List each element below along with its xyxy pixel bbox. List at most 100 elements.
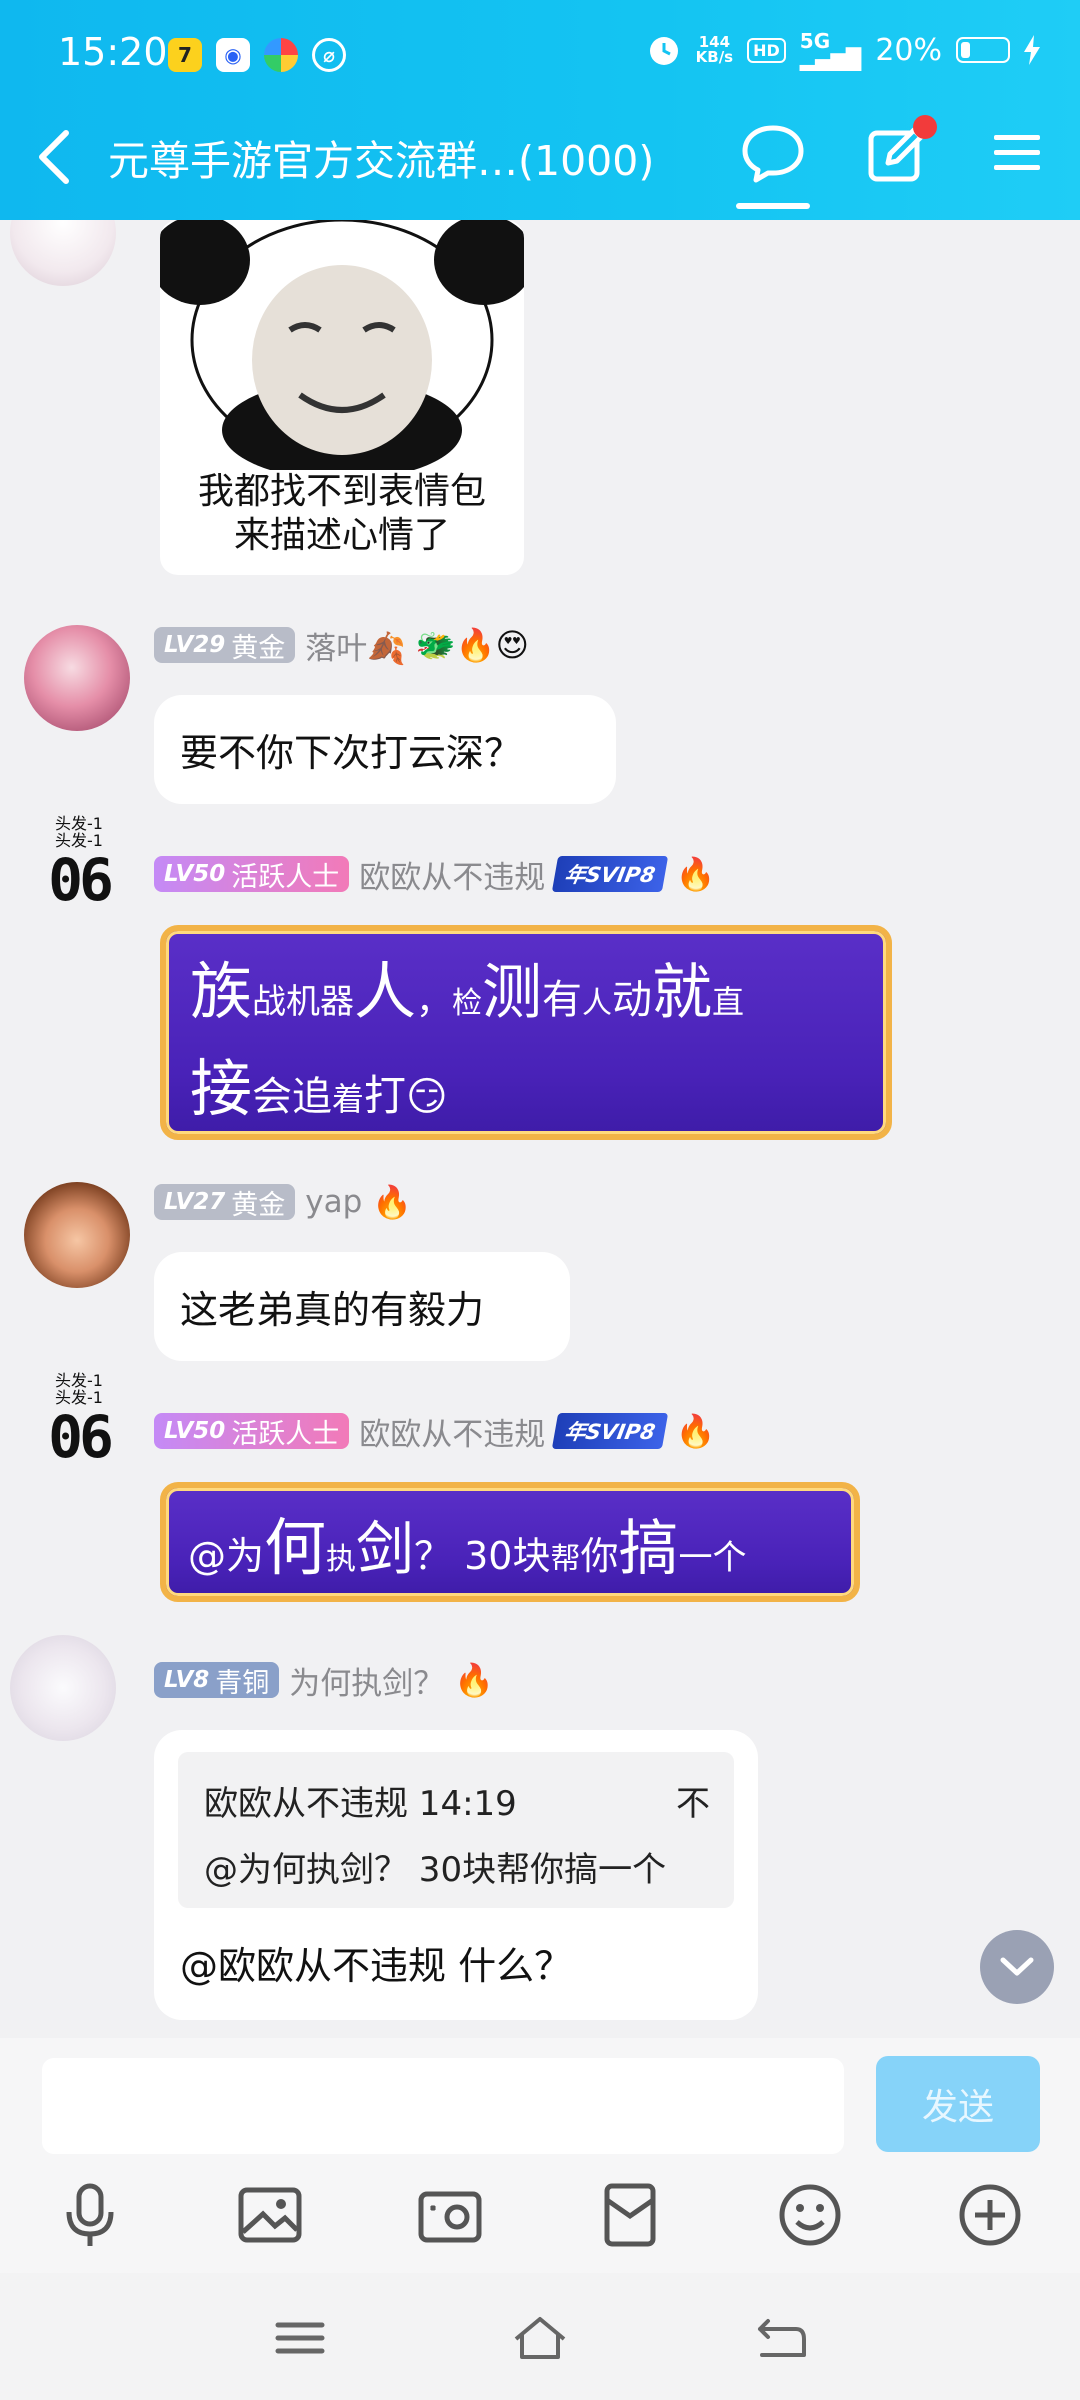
microphone-icon[interactable] xyxy=(55,2180,125,2250)
plus-icon[interactable] xyxy=(955,2180,1025,2250)
avatar[interactable] xyxy=(24,625,130,731)
navbar: 元尊手游官方交流群…(1000) xyxy=(0,105,1080,220)
alarm-icon xyxy=(649,37,678,65)
sticker-image[interactable]: 我都找不到表情包 来描述心情了 xyxy=(160,220,524,575)
level-title: 黄金 xyxy=(231,632,286,664)
quoted-message[interactable]: 欧欧从不违规 14:19 不 @为何执剑？ 30块帮你搞一个 xyxy=(178,1752,734,1908)
message-bubble[interactable]: 欧欧从不违规 14:19 不 @为何执剑？ 30块帮你搞一个 @欧欧从不违规 什… xyxy=(154,1730,758,2020)
message-bubble[interactable]: 族战机器人，检测有人动就直 接会追着打😏 xyxy=(160,925,892,1140)
signal-bars-icon: ▂▄▆█ xyxy=(799,47,862,71)
level-number: LV8 xyxy=(164,1667,210,1693)
header: 15:20 7 ◉ ⌀ 144 KB/s HD 5G ▂▄▆█ 20% 元尊手游… xyxy=(0,0,1080,220)
message-text-line2: 接会追着打😏 xyxy=(190,1052,448,1125)
link-icon: ⌀ xyxy=(312,38,346,72)
network-speed: 144 KB/s xyxy=(696,35,733,65)
message-text: 要不你下次打云深？ xyxy=(180,731,523,775)
level-number: LV50 xyxy=(164,1418,226,1444)
message-text: @为何执剑？ 30块帮你搞一个 xyxy=(188,1511,747,1584)
panda-face-icon xyxy=(160,220,524,480)
camera-icon[interactable] xyxy=(415,2180,485,2250)
home-icon[interactable] xyxy=(510,2313,570,2363)
flame-icon[interactable]: 🔥 xyxy=(454,1661,494,1699)
sender-nickname[interactable]: 为何执剑？ xyxy=(289,1658,444,1703)
active-tab-indicator xyxy=(736,203,810,209)
message-input[interactable] xyxy=(42,2058,844,2154)
avatar[interactable]: 头发-1 头发-1 06 xyxy=(24,815,134,935)
status-bar: 15:20 7 ◉ ⌀ 144 KB/s HD 5G ▂▄▆█ 20% xyxy=(0,0,1080,105)
avatar[interactable]: 头发-1 头发-1 06 xyxy=(24,1372,134,1492)
level-number: LV29 xyxy=(164,632,226,658)
level-title: 活跃人士 xyxy=(231,1418,340,1450)
signal-indicator: 5G ▂▄▆█ xyxy=(799,31,862,71)
sender-nickname[interactable]: yap xyxy=(305,1184,362,1220)
flame-icon[interactable]: 🔥 xyxy=(372,1183,412,1221)
message-bubble[interactable]: 要不你下次打云深？ xyxy=(154,695,616,804)
sender-meta: LV29 黄金 落叶🍂 🐲🔥😍 xyxy=(154,623,529,668)
sticker-caption-line1: 我都找不到表情包 xyxy=(197,471,486,512)
avatar-caption: 头发-1 xyxy=(55,1372,103,1390)
chat-bubble-icon[interactable] xyxy=(740,123,806,183)
avatar-number: 06 xyxy=(48,1403,114,1471)
chevron-down-icon xyxy=(1000,1957,1034,1976)
sticker-caption-line2: 来描述心情了 xyxy=(233,515,450,556)
level-title: 青铜 xyxy=(215,1667,270,1699)
level-badge[interactable]: LV50 活跃人士 xyxy=(154,1413,350,1450)
message-text: 族战机器人，检测有人动就直 xyxy=(190,955,745,1028)
sender-meta: LV27 黄金 yap 🔥 xyxy=(154,1182,412,1222)
hd-badge: HD xyxy=(747,37,786,63)
battery-percent: 20% xyxy=(875,32,942,68)
quote-jump-icon[interactable]: 不 xyxy=(676,1776,710,1825)
status-right: 144 KB/s HD 5G ▂▄▆█ 20% xyxy=(646,31,1040,71)
flame-icon[interactable]: 🔥 xyxy=(676,1412,716,1450)
scroll-to-bottom-button[interactable] xyxy=(980,1930,1054,2004)
input-bar: 发送 xyxy=(0,2038,1080,2273)
baidu-icon: ◉ xyxy=(216,38,250,72)
level-badge[interactable]: LV50 活跃人士 xyxy=(154,856,350,893)
speed-unit: KB/s xyxy=(695,48,734,66)
level-title: 活跃人士 xyxy=(231,861,340,893)
sender-meta: LV50 活跃人士 欧欧从不违规 年SVIP8 🔥 xyxy=(154,1409,716,1454)
message-text: 这老弟真的有毅力 xyxy=(180,1288,485,1332)
sender-meta: LV8 青铜 为何执剑？ 🔥 xyxy=(154,1658,494,1703)
color-wheel-icon xyxy=(264,38,298,72)
avatar[interactable] xyxy=(24,1182,130,1288)
quote-text: @为何执剑？ 30块帮你搞一个 xyxy=(204,1850,667,1890)
level-badge[interactable]: LV27 黄金 xyxy=(154,1184,296,1221)
system-back-icon[interactable] xyxy=(750,2313,810,2363)
level-number: LV27 xyxy=(164,1189,226,1215)
message-text: @欧欧从不违规 什么？ xyxy=(180,1944,573,1988)
sender-nickname[interactable]: 欧欧从不违规 xyxy=(359,852,545,897)
svip-badge[interactable]: 年SVIP8 xyxy=(552,856,669,892)
level-badge[interactable]: LV29 黄金 xyxy=(154,627,296,664)
quote-header: 欧欧从不违规 14:19 xyxy=(204,1784,517,1824)
image-icon[interactable] xyxy=(235,2180,305,2250)
level-number: LV50 xyxy=(164,861,226,887)
avatar[interactable] xyxy=(10,220,116,286)
group-title[interactable]: 元尊手游官方交流群…(1000) xyxy=(108,127,654,187)
avatar-caption: 头发-1 xyxy=(55,815,103,833)
avatar[interactable] xyxy=(10,1635,116,1741)
flame-icon[interactable]: 🔥 xyxy=(676,855,716,893)
sender-nickname[interactable]: 欧欧从不违规 xyxy=(359,1409,545,1454)
sender-meta: LV50 活跃人士 欧欧从不违规 年SVIP8 🔥 xyxy=(154,852,716,897)
notification-icons: 7 ◉ ⌀ xyxy=(168,38,346,72)
svip-badge[interactable]: 年SVIP8 xyxy=(552,1413,669,1449)
sender-nickname[interactable]: 落叶🍂 xyxy=(305,623,406,668)
send-button[interactable]: 发送 xyxy=(876,2056,1040,2152)
battery-icon xyxy=(956,37,1010,63)
badge-icons[interactable]: 🐲🔥😍 xyxy=(416,626,529,664)
app-notification-icon: 7 xyxy=(168,38,202,72)
menu-icon[interactable] xyxy=(992,131,1042,175)
message-bubble[interactable]: @为何执剑？ 30块帮你搞一个 xyxy=(160,1482,860,1602)
back-icon[interactable] xyxy=(30,127,80,187)
recent-apps-icon[interactable] xyxy=(270,2313,330,2363)
avatar-number: 06 xyxy=(48,846,114,914)
message-bubble[interactable]: 这老弟真的有毅力 xyxy=(154,1252,570,1361)
notification-dot xyxy=(913,115,937,139)
red-packet-icon[interactable] xyxy=(595,2180,665,2250)
level-badge[interactable]: LV8 青铜 xyxy=(154,1662,280,1699)
charging-icon xyxy=(1024,35,1040,65)
chat-area[interactable]: 我都找不到表情包 来描述心情了 LV29 黄金 落叶🍂 🐲🔥😍 要不你下次打云深？… xyxy=(0,220,1080,2038)
level-title: 黄金 xyxy=(231,1189,286,1221)
emoji-icon[interactable] xyxy=(775,2180,845,2250)
